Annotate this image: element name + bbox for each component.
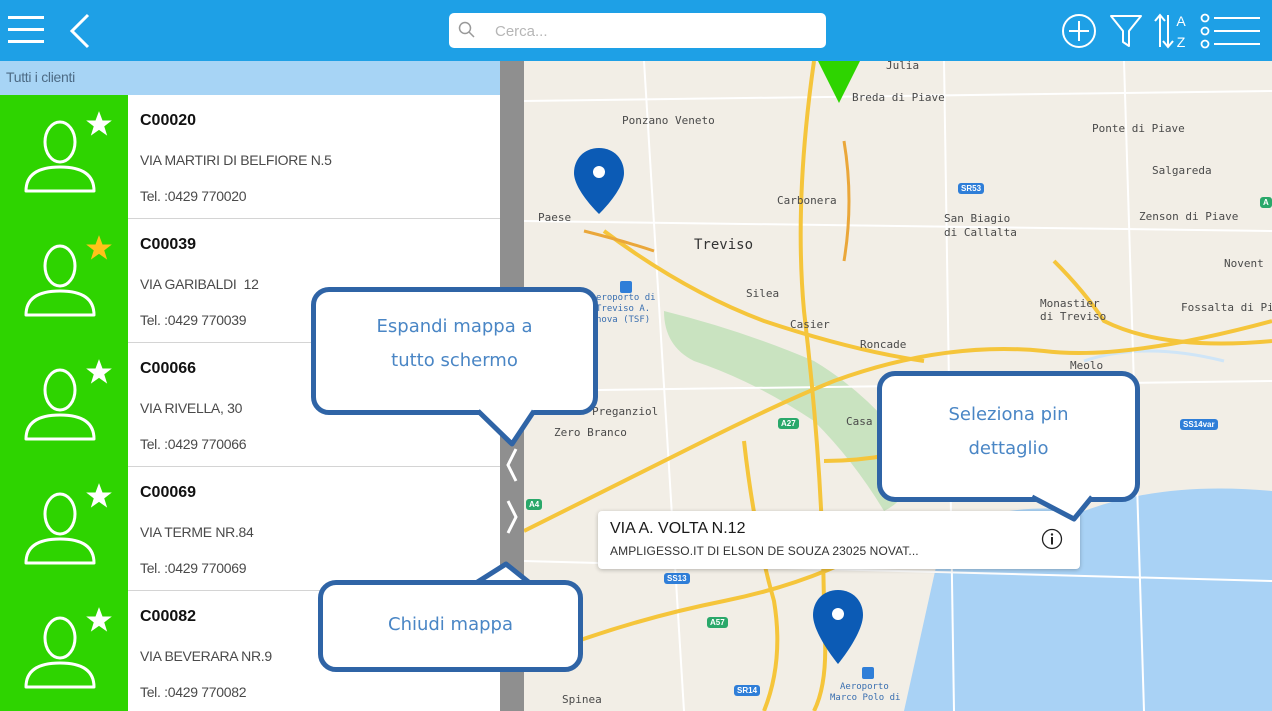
annotation-close-map: Chiudi mappa: [318, 580, 583, 672]
road-shield: SS14var: [1180, 419, 1218, 430]
list-header-title: Tutti i clienti: [6, 69, 75, 85]
map-pin-callout[interactable]: VIA A. VOLTA N.12 AMPLIGESSO.IT DI ELSON…: [598, 511, 1080, 569]
map-label: Treviso: [694, 237, 754, 253]
client-address: VIA RIVELLA, 30: [140, 400, 243, 416]
road-shield: A57: [707, 617, 728, 628]
plus-circle-icon[interactable]: [1060, 12, 1098, 50]
map-label: Preganziol: [592, 405, 659, 418]
map-label: Zenson di Piave: [1139, 210, 1239, 223]
road-shield: A27: [778, 418, 799, 429]
list-header: Tutti i clienti: [0, 61, 500, 95]
list-view-icon[interactable]: [1200, 12, 1262, 50]
top-bar: A Z: [0, 0, 1272, 61]
annotation-line: tutto schermo: [391, 350, 518, 371]
map-label: San Biagio: [944, 212, 1011, 225]
airport-icon: [862, 667, 874, 679]
map-pin-icon[interactable]: [811, 588, 865, 666]
map-label: Casier: [790, 318, 830, 331]
map-label: Novent: [1224, 257, 1264, 270]
avatar: [0, 591, 128, 711]
annotation-select-pin: Seleziona pin dettaglio: [877, 371, 1140, 502]
road-shield: SR53: [958, 183, 985, 194]
svg-text:Z: Z: [1177, 34, 1186, 50]
map-label: Marco Polo di: [830, 693, 901, 703]
map-label: Casa: [846, 415, 873, 428]
callout-subtitle: AMPLIGESSO.IT DI ELSON DE SOUZA 23025 NO…: [610, 544, 919, 558]
client-phone: Tel. :0429 770039: [140, 312, 247, 328]
map-label: Monastier: [1040, 297, 1100, 310]
map-label: di Treviso: [1040, 310, 1107, 323]
client-code: C00066: [140, 360, 197, 377]
road-shield: A: [1260, 197, 1272, 208]
map-label: Carbonera: [777, 194, 837, 207]
callout-title: VIA A. VOLTA N.12: [610, 520, 746, 537]
client-phone: Tel. :0429 770069: [140, 560, 247, 576]
list-item[interactable]: C00020 VIA MARTIRI DI BELFIORE N.5 Tel. …: [0, 95, 500, 219]
map-label: eroporto di: [596, 293, 656, 303]
map-label: Ponzano Veneto: [622, 114, 715, 127]
map-label: Zero Branco: [554, 426, 627, 439]
client-phone: Tel. :0429 770066: [140, 436, 247, 452]
annotation-expand-map: Espandi mappa a tutto schermo: [311, 287, 598, 415]
annotation-tail: [1030, 494, 1094, 522]
client-address: VIA GARIBALDI 12: [140, 276, 259, 292]
map-label: Paese: [538, 211, 572, 224]
map-label: Roncade: [860, 338, 907, 351]
map-label: Fossalta di Pi: [1181, 301, 1272, 314]
map-label: di Callalta: [944, 226, 1017, 239]
client-code: C00039: [140, 236, 197, 253]
avatar: [0, 95, 128, 219]
funnel-filter-icon[interactable]: [1109, 12, 1143, 50]
info-circle-icon[interactable]: [1041, 528, 1063, 550]
client-address: VIA BEVERARA NR.9: [140, 648, 272, 664]
avatar: [0, 343, 128, 467]
map-label: Ponte di Piave: [1092, 122, 1185, 135]
star-icon[interactable]: [85, 110, 113, 138]
road-shield: SR14: [734, 685, 761, 696]
annotation-line: dettaglio: [968, 438, 1049, 459]
road-shield: A4: [526, 499, 543, 510]
client-code: C00082: [140, 608, 197, 625]
star-icon[interactable]: [85, 358, 113, 386]
map-label: Spinea: [562, 693, 602, 706]
star-icon[interactable]: [85, 234, 113, 262]
client-code: C00020: [140, 112, 197, 129]
star-icon[interactable]: [85, 482, 113, 510]
map-pin-green-icon[interactable]: [816, 61, 862, 105]
avatar: [0, 219, 128, 343]
client-address: VIA MARTIRI DI BELFIORE N.5: [140, 152, 332, 168]
map-label: Silea: [746, 287, 780, 300]
expand-map-arrow-icon[interactable]: [502, 445, 522, 485]
map-label: Aeroporto: [840, 682, 889, 692]
map-pin-icon[interactable]: [572, 146, 626, 216]
search-icon: [458, 21, 475, 38]
map-label: Julia: [886, 61, 920, 72]
annotation-line: Espandi mappa a: [376, 316, 533, 337]
client-phone: Tel. :0429 770020: [140, 188, 247, 204]
hamburger-menu-icon[interactable]: [8, 13, 44, 47]
map-label: Salgareda: [1152, 164, 1212, 177]
search-bar[interactable]: [449, 13, 826, 48]
airport-icon: [620, 281, 632, 293]
avatar: [0, 467, 128, 591]
close-map-arrow-icon[interactable]: [502, 497, 522, 537]
svg-text:A: A: [1176, 13, 1186, 29]
chevron-left-icon[interactable]: [66, 12, 96, 50]
annotation-line: Chiudi mappa: [388, 614, 513, 635]
road-shield: SS13: [664, 573, 690, 584]
map-label: Breda di Piave: [852, 91, 945, 104]
list-item[interactable]: C00069 VIA TERME NR.84 Tel. :0429 770069: [0, 467, 500, 591]
sort-az-icon[interactable]: A Z: [1152, 9, 1194, 53]
client-phone: Tel. :0429 770082: [140, 684, 247, 700]
search-input[interactable]: [495, 19, 815, 43]
star-icon[interactable]: [85, 606, 113, 634]
annotation-line: Seleziona pin: [948, 404, 1069, 425]
map-label: Treviso A.: [596, 304, 651, 314]
annotation-tail: [476, 409, 537, 447]
map-label: nova (TSF): [596, 315, 651, 325]
client-address: VIA TERME NR.84: [140, 524, 254, 540]
client-code: C00069: [140, 484, 197, 501]
